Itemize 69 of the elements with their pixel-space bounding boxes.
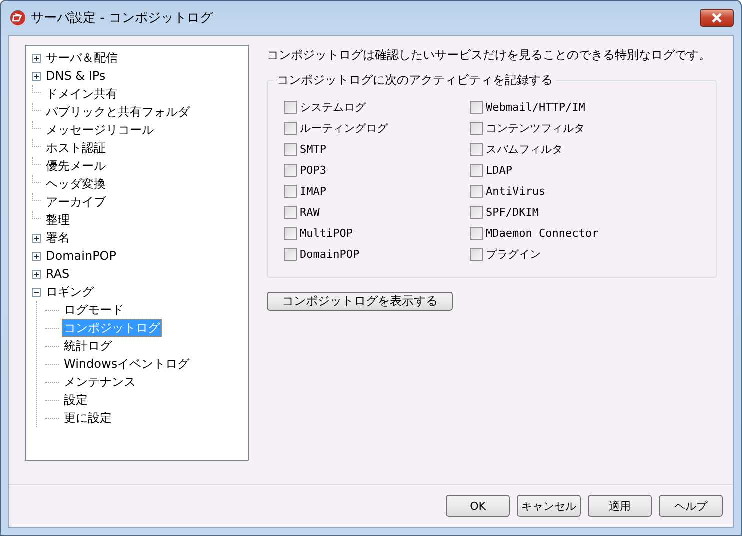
checkbox[interactable] <box>284 164 297 177</box>
dialog-button[interactable]: ヘルプ <box>659 495 723 517</box>
close-icon <box>711 13 723 23</box>
checkbox[interactable] <box>284 101 297 114</box>
expand-icon[interactable] <box>32 270 41 278</box>
tree-item[interactable]: ヘッダ変換 <box>44 175 108 193</box>
tree-item[interactable]: RAS <box>44 265 72 283</box>
checkbox[interactable] <box>284 143 297 156</box>
tree-item[interactable]: サーバ＆配信 <box>44 49 120 67</box>
tree-item[interactable]: 設定 <box>62 391 90 409</box>
expand-icon[interactable] <box>32 72 41 80</box>
checkbox-label: LDAP <box>486 164 512 177</box>
checkbox-label: プラグイン <box>486 247 541 262</box>
dialog-button[interactable]: OK <box>446 495 510 517</box>
checkbox-label: SPF/DKIM <box>486 206 539 219</box>
show-log-button[interactable]: コンポジットログを表示する <box>267 292 453 311</box>
checkbox[interactable] <box>284 122 297 135</box>
tree-item[interactable]: ドメイン共有 <box>44 85 120 103</box>
checkbox-label: MDaemon Connector <box>486 227 599 240</box>
tree-item[interactable]: ロギング <box>44 283 96 301</box>
checkbox[interactable] <box>284 206 297 219</box>
tree-item[interactable]: メンテナンス <box>62 373 138 391</box>
tree-item[interactable]: 統計ログ <box>62 337 114 355</box>
app-logo-icon <box>10 10 26 26</box>
tree-item[interactable]: 優先メール <box>44 157 108 175</box>
checkbox[interactable] <box>470 227 483 240</box>
tree-item[interactable]: Windowsイベントログ <box>62 355 192 373</box>
tree-item[interactable]: 署名 <box>44 229 72 247</box>
checkbox-label: RAW <box>300 206 320 219</box>
checkbox-label: AntiVirus <box>486 185 546 198</box>
checkbox-label: DomainPOP <box>300 248 360 261</box>
close-button[interactable] <box>700 9 734 27</box>
tree-item[interactable]: ログモード <box>62 301 126 319</box>
checkbox[interactable] <box>470 143 483 156</box>
tree-item[interactable]: メッセージリコール <box>44 121 156 139</box>
expand-icon[interactable] <box>32 234 41 242</box>
group-title: コンポジットログに次のアクティビティを記録する <box>274 72 556 89</box>
expand-icon[interactable] <box>32 252 41 260</box>
collapse-icon[interactable] <box>32 288 41 296</box>
tree-item[interactable]: 更に設定 <box>62 409 114 427</box>
checkbox[interactable] <box>470 122 483 135</box>
dialog-button[interactable]: 適用 <box>588 495 652 517</box>
checkbox[interactable] <box>284 248 297 261</box>
checkbox-label: SMTP <box>300 143 326 156</box>
tree-item[interactable]: パブリックと共有フォルダ <box>44 103 192 121</box>
window-title: サーバ設定 - コンポジットログ <box>31 10 214 27</box>
checkbox[interactable] <box>284 185 297 198</box>
checkbox-label: IMAP <box>300 185 326 198</box>
tree-item[interactable]: DomainPOP <box>44 247 118 265</box>
description-text: コンポジットログは確認したいサービスだけを見ることのできる特別なログです。 <box>267 47 712 64</box>
checkbox-label: POP3 <box>300 164 326 177</box>
checkbox-label: スパムフィルタ <box>486 142 563 157</box>
checkbox[interactable] <box>470 248 483 261</box>
dialog-button[interactable]: キャンセル <box>517 495 581 517</box>
checkbox-label: ルーティングログ <box>300 121 388 136</box>
checkbox-label: Webmail/HTTP/IM <box>486 101 586 114</box>
expand-icon[interactable] <box>32 54 41 62</box>
tree-item[interactable]: アーカイブ <box>44 193 108 211</box>
checkbox-label: システムログ <box>300 100 366 115</box>
tree-item[interactable]: 整理 <box>44 211 72 229</box>
tree-item[interactable]: DNS & IPs <box>44 67 108 85</box>
checkbox[interactable] <box>470 101 483 114</box>
tree-item[interactable]: ホスト認証 <box>44 139 108 157</box>
checkbox[interactable] <box>284 227 297 240</box>
checkbox-label: MultiPOP <box>300 227 353 240</box>
checkbox[interactable] <box>470 185 483 198</box>
checkbox[interactable] <box>470 164 483 177</box>
checkbox-label: コンテンツフィルタ <box>486 121 585 136</box>
checkbox[interactable] <box>470 206 483 219</box>
